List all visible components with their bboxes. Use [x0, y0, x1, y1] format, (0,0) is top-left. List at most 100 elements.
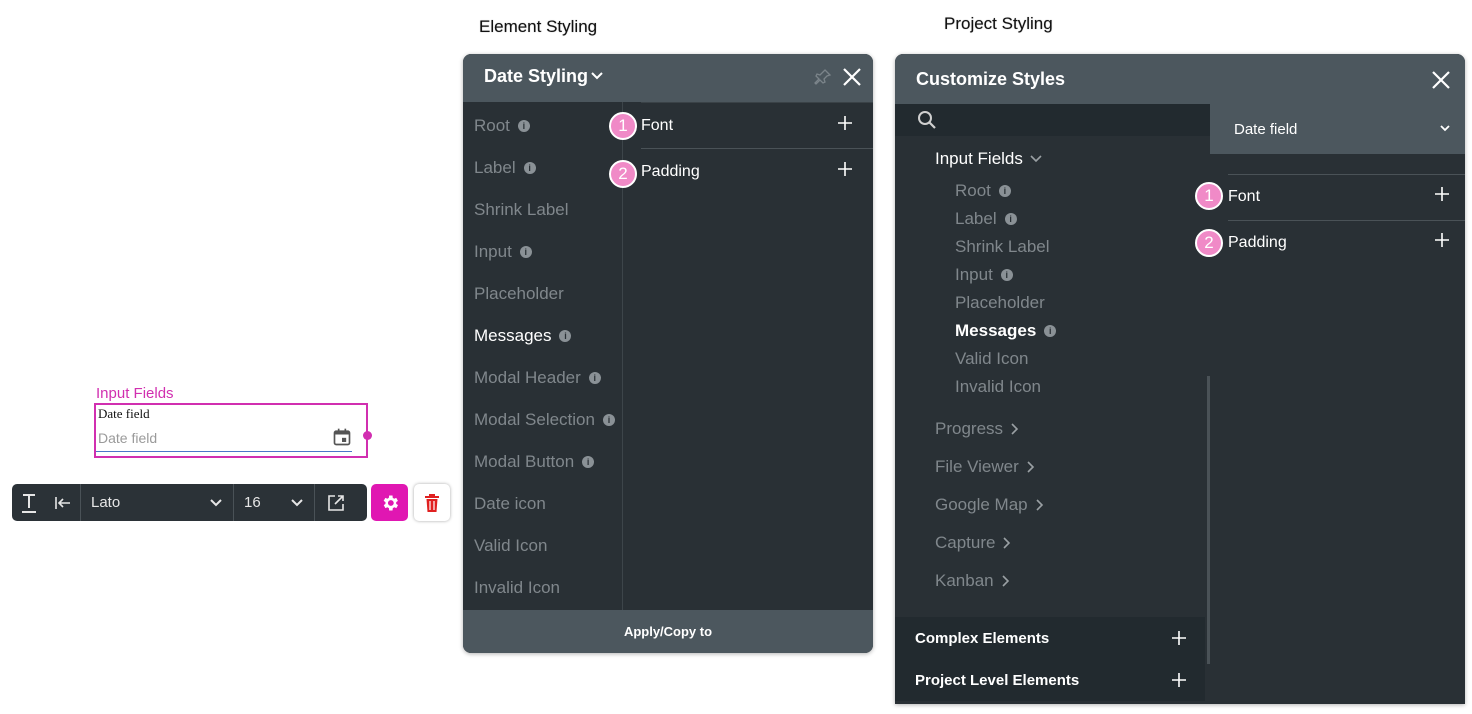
text-toolbar: Lato 16: [12, 484, 367, 521]
ps-prop-padding[interactable]: Padding: [1228, 220, 1458, 266]
scrollbar[interactable]: [1207, 376, 1210, 664]
step-badge: 2: [1195, 229, 1223, 257]
ps-group-capture[interactable]: Capture: [935, 533, 1013, 553]
chevron-right-icon: [1011, 423, 1019, 435]
es-prop-padding[interactable]: Padding: [641, 149, 861, 195]
ps-group-google-map[interactable]: Google Map: [935, 495, 1046, 515]
info-icon: i: [998, 185, 1011, 197]
es-item-date-icon[interactable]: Date icon: [474, 494, 546, 514]
chevron-down-icon: [210, 498, 222, 506]
es-item-modal-button[interactable]: Modal Button i: [474, 452, 595, 472]
element-styling-title[interactable]: Date Styling: [484, 66, 588, 87]
info-icon: i: [517, 120, 530, 132]
ps-item-messages[interactable]: Messages i: [955, 321, 1057, 341]
resize-handle[interactable]: [363, 431, 372, 440]
chevron-down-icon: [1440, 125, 1450, 132]
ps-item-shrink-label[interactable]: Shrink Label: [955, 237, 1050, 257]
es-item-modal-header[interactable]: Modal Header i: [474, 368, 601, 388]
date-field-placeholder[interactable]: Date field: [98, 430, 157, 446]
date-field-underline: [96, 451, 352, 452]
trash-icon: [425, 493, 439, 512]
plus-icon[interactable]: [1171, 672, 1187, 688]
es-item-root[interactable]: Root i: [474, 116, 530, 136]
close-icon[interactable]: [1430, 69, 1452, 91]
apply-copy-button[interactable]: Apply/Copy to: [463, 610, 873, 653]
settings-button[interactable]: [371, 484, 408, 521]
project-styling-header: Customize Styles: [895, 54, 1465, 104]
plus-icon[interactable]: [837, 115, 853, 131]
es-item-invalid-icon[interactable]: Invalid Icon: [474, 578, 560, 598]
es-item-shrink-label[interactable]: Shrink Label: [474, 200, 569, 220]
plus-icon[interactable]: [837, 161, 853, 177]
close-icon[interactable]: [841, 66, 863, 88]
element-parts-list: Root i Label i Shrink Label Input i Placeho…: [463, 102, 623, 610]
text-style-button[interactable]: [12, 484, 46, 521]
es-item-input[interactable]: Input i: [474, 242, 532, 262]
es-item-modal-selection[interactable]: Modal Selection i: [474, 410, 615, 430]
ps-group-progress[interactable]: Progress: [935, 419, 1021, 439]
project-styling-caption: Project Styling: [944, 14, 1053, 33]
section-project-level-elements[interactable]: Project Level Elements: [895, 659, 1205, 701]
info-icon: i: [582, 456, 595, 468]
date-field-label: Date field: [98, 406, 150, 421]
plus-icon[interactable]: [1171, 630, 1187, 646]
ps-item-label[interactable]: Label i: [955, 209, 1017, 229]
align-left-button[interactable]: [46, 484, 80, 521]
font-family-select[interactable]: Lato: [81, 484, 233, 521]
delete-button[interactable]: [414, 484, 450, 521]
plus-icon[interactable]: [1434, 232, 1450, 248]
chevron-down-icon: [291, 498, 303, 506]
chevron-right-icon: [1036, 499, 1043, 511]
date-field-widget[interactable]: Date field Date field: [94, 403, 368, 458]
info-icon: i: [1000, 269, 1013, 281]
widget-group-label: Input Fields: [96, 385, 174, 402]
es-item-messages[interactable]: Messages i: [474, 326, 572, 346]
ps-group-kanban[interactable]: Kanban: [935, 571, 1012, 591]
search-bar[interactable]: [895, 104, 1210, 136]
prop-label: Font: [641, 117, 674, 134]
ps-item-valid-icon[interactable]: Valid Icon: [955, 349, 1028, 369]
section-complex-elements[interactable]: Complex Elements: [895, 617, 1205, 659]
font-size-select[interactable]: 16: [234, 484, 314, 521]
chevron-down-icon: [1030, 155, 1042, 163]
es-item-valid-icon[interactable]: Valid Icon: [474, 536, 547, 556]
font-size-value: 16: [244, 494, 261, 511]
info-icon: i: [602, 414, 615, 426]
calendar-icon[interactable]: [332, 427, 352, 447]
open-external-button[interactable]: [315, 484, 357, 521]
external-link-icon: [328, 494, 344, 511]
font-family-value: Lato: [91, 494, 121, 511]
info-icon: i: [523, 162, 536, 174]
ps-item-input[interactable]: Input i: [955, 265, 1013, 285]
step-badge: 1: [609, 112, 637, 140]
ps-item-placeholder[interactable]: Placeholder: [955, 293, 1045, 313]
ps-item-root[interactable]: Root i: [955, 181, 1011, 201]
element-type-dropdown[interactable]: Date field: [1210, 104, 1465, 154]
element-styling-panel: Date Styling Root i Label i Shrink Label I…: [463, 54, 873, 653]
ps-prop-font[interactable]: Font: [1228, 174, 1458, 220]
pin-icon[interactable]: [814, 68, 832, 86]
es-prop-font[interactable]: Font: [641, 103, 861, 149]
align-left-icon: [55, 496, 70, 509]
es-item-placeholder[interactable]: Placeholder: [474, 284, 564, 304]
info-icon: i: [1004, 213, 1017, 225]
plus-icon[interactable]: [1434, 186, 1450, 202]
prop-label: Padding: [641, 163, 700, 180]
text-style-icon: [22, 493, 36, 513]
project-styling-title: Customize Styles: [916, 69, 1066, 89]
chevron-down-icon[interactable]: [590, 69, 604, 83]
prop-label: Padding: [1228, 234, 1287, 251]
chevron-right-icon: [1002, 575, 1009, 587]
gear-icon: [383, 495, 398, 510]
ps-group-file-viewer[interactable]: File Viewer: [935, 457, 1037, 477]
info-icon: i: [519, 246, 532, 258]
tree-input-fields[interactable]: Input Fields: [935, 149, 1043, 169]
ps-item-invalid-icon[interactable]: Invalid Icon: [955, 377, 1041, 397]
chevron-right-icon: [1027, 461, 1034, 473]
search-icon[interactable]: [917, 110, 937, 130]
element-styling-caption: Element Styling: [479, 17, 598, 36]
es-item-label[interactable]: Label i: [474, 158, 536, 178]
project-styling-panel: Customize Styles Input Fields Root i Labe…: [895, 54, 1465, 704]
prop-label: Font: [1228, 188, 1261, 205]
chevron-right-icon: [1003, 537, 1011, 549]
